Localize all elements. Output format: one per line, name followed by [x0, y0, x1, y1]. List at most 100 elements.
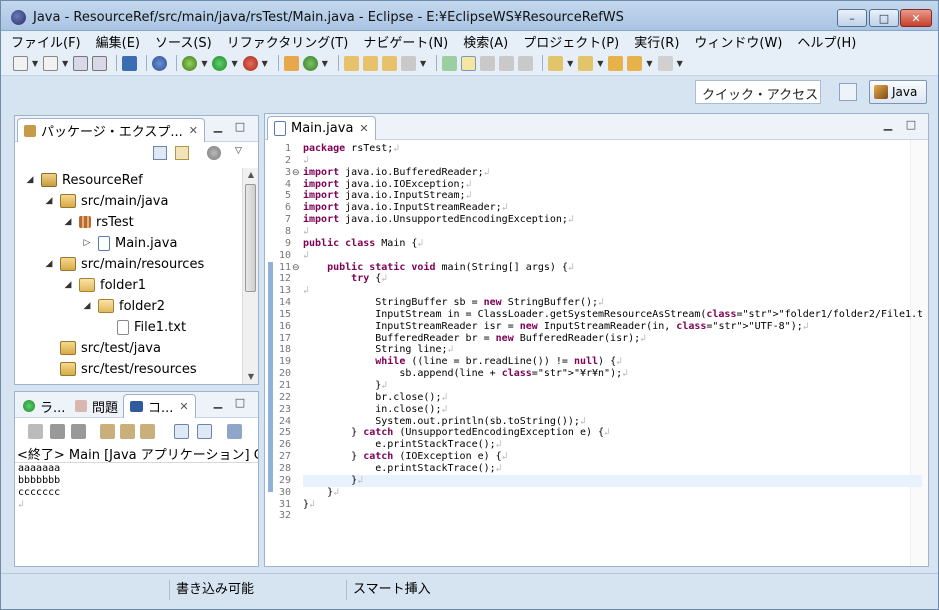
- code-line[interactable]: }↲: [303, 380, 922, 392]
- external-tools-dropdown-icon[interactable]: ▼: [262, 59, 268, 68]
- show-console-on-stderr-icon[interactable]: [197, 424, 212, 439]
- focus-on-task-icon[interactable]: [207, 146, 221, 160]
- code-line[interactable]: e.printStackTrace();↲: [303, 463, 922, 475]
- code-line[interactable]: package rsTest;↲: [303, 143, 922, 155]
- code-line[interactable]: StringBuffer sb = new StringBuffer();↲: [303, 297, 922, 309]
- tree-item-src-test-resources[interactable]: src/test/resources: [44, 359, 197, 379]
- code-line[interactable]: import java.io.BufferedReader;↲: [303, 167, 922, 179]
- tree-item-project[interactable]: ◢ ResourceRef: [25, 170, 143, 190]
- open-type-icon[interactable]: [343, 55, 359, 71]
- tree-item-main-java[interactable]: ▷ Main.java: [82, 233, 177, 253]
- code-line[interactable]: } catch (IOException e) {↲: [303, 451, 922, 463]
- new-project-icon[interactable]: [43, 55, 59, 71]
- menu-window[interactable]: ウィンドウ(W): [694, 32, 782, 51]
- scroll-down-icon[interactable]: ▼: [243, 370, 259, 384]
- show-whitespace-icon[interactable]: [499, 55, 515, 71]
- menu-search[interactable]: 検索(A): [463, 32, 508, 51]
- code-line[interactable]: ↲: [303, 226, 922, 238]
- fold-toggle-icon[interactable]: ⊖: [292, 262, 300, 274]
- show-console-on-stdout-icon[interactable]: [174, 424, 189, 439]
- scroll-lock-icon[interactable]: [120, 424, 135, 439]
- previous-annotation-icon[interactable]: [578, 55, 594, 71]
- block-selection-icon[interactable]: [480, 55, 496, 71]
- code-line[interactable]: in.close();↲: [303, 404, 922, 416]
- expand-twisty-icon[interactable]: ◢: [25, 175, 35, 185]
- remove-all-terminated-icon[interactable]: [71, 424, 86, 439]
- code-line[interactable]: import java.io.InputStreamReader;↲: [303, 202, 922, 214]
- next-annotation-icon[interactable]: [442, 55, 458, 71]
- collapsed-twisty-icon[interactable]: ▷: [82, 238, 92, 248]
- tree-item-src-main-resources[interactable]: ◢ src/main/resources: [44, 254, 205, 274]
- collapse-all-icon[interactable]: [153, 146, 167, 160]
- open-perspective-icon[interactable]: [839, 83, 857, 101]
- scrollbar-thumb[interactable]: [245, 184, 256, 292]
- search-dropdown-icon[interactable]: ▼: [420, 59, 426, 68]
- previous-annotation-dropdown-icon[interactable]: ▼: [597, 59, 603, 68]
- menu-help[interactable]: ヘルプ(H): [797, 32, 856, 51]
- new-class-dropdown-icon[interactable]: ▼: [322, 59, 328, 68]
- minimize-view-icon[interactable]: ▁: [882, 119, 894, 132]
- scroll-up-icon[interactable]: ▲: [243, 168, 259, 182]
- save-all-icon[interactable]: [92, 55, 108, 71]
- code-line[interactable]: e.printStackTrace();↲: [303, 439, 922, 451]
- tab-console[interactable]: コ... ✕: [123, 394, 196, 418]
- close-tab-icon[interactable]: ✕: [179, 400, 188, 413]
- code-line[interactable]: public class Main {↲: [303, 238, 922, 250]
- new-icon[interactable]: [13, 55, 28, 71]
- minimize-view-icon[interactable]: ▁: [212, 121, 224, 134]
- code-line[interactable]: String line;↲: [303, 344, 922, 356]
- close-tab-icon[interactable]: ✕: [359, 122, 368, 135]
- next-annotation-dropdown-icon[interactable]: ▼: [567, 59, 573, 68]
- code-line[interactable]: try {↲: [303, 273, 922, 285]
- code-line[interactable]: ↲: [303, 285, 922, 297]
- code-line[interactable]: ↲: [303, 250, 922, 262]
- expand-twisty-icon[interactable]: ◢: [63, 280, 73, 290]
- link-with-editor-icon[interactable]: [175, 146, 189, 160]
- menu-project[interactable]: プロジェクト(P): [523, 32, 619, 51]
- pilcrow-icon[interactable]: [518, 55, 534, 71]
- code-line[interactable]: br.close();↲: [303, 392, 922, 404]
- expand-twisty-icon[interactable]: ◢: [82, 301, 92, 311]
- maximize-view-icon[interactable]: □: [234, 121, 246, 134]
- code-line[interactable]: }↲: [303, 487, 922, 499]
- save-icon[interactable]: [73, 55, 89, 71]
- fold-toggle-icon[interactable]: ⊖: [292, 167, 300, 179]
- menu-navigate[interactable]: ナビゲート(N): [363, 32, 448, 51]
- tree-item-src-main-java[interactable]: ◢ src/main/java: [44, 191, 169, 211]
- tab-problems[interactable]: 問題: [69, 394, 124, 418]
- code-line[interactable]: }↲: [303, 475, 922, 487]
- clear-console-icon[interactable]: [100, 424, 115, 439]
- tab-main-java[interactable]: Main.java ✕: [267, 116, 376, 140]
- code-line[interactable]: InputStreamReader isr = new InputStreamR…: [303, 321, 922, 333]
- tab-package-explorer[interactable]: パッケージ・エクスプ... ✕: [17, 118, 205, 142]
- expand-twisty-icon[interactable]: ◢: [63, 217, 73, 227]
- menu-edit[interactable]: 編集(E): [96, 32, 140, 51]
- maximize-button[interactable]: □: [869, 9, 899, 27]
- debug-dropdown-icon[interactable]: ▼: [201, 59, 207, 68]
- terminate-icon[interactable]: [28, 424, 43, 439]
- word-wrap-icon[interactable]: [140, 424, 155, 439]
- terminal-icon[interactable]: [122, 55, 138, 71]
- minimize-button[interactable]: –: [837, 9, 867, 27]
- expand-twisty-icon[interactable]: ◢: [44, 259, 54, 269]
- menu-source[interactable]: ソース(S): [155, 32, 212, 51]
- open-folder-icon[interactable]: [381, 55, 397, 71]
- tree-item-folder2[interactable]: ◢ folder2: [82, 296, 165, 316]
- view-menu-icon[interactable]: ▽: [235, 146, 249, 160]
- tree-item-file1-txt[interactable]: File1.txt: [101, 317, 186, 337]
- code-line[interactable]: } catch (UnsupportedEncodingException e)…: [303, 427, 922, 439]
- remove-launch-icon[interactable]: [50, 424, 65, 439]
- open-task-icon[interactable]: [362, 55, 378, 71]
- package-tree-scrollbar[interactable]: ▲ ▼: [242, 168, 258, 384]
- run-dropdown-icon[interactable]: ▼: [231, 59, 237, 68]
- tree-item-folder1[interactable]: ◢ folder1: [63, 275, 146, 295]
- new-project-dropdown-icon[interactable]: ▼: [62, 59, 68, 68]
- tab-run[interactable]: ラ...: [17, 394, 71, 418]
- close-button[interactable]: ✕: [900, 9, 932, 27]
- tree-item-package[interactable]: ◢ rsTest: [63, 212, 134, 232]
- code-line[interactable]: import java.io.UnsupportedEncodingExcept…: [303, 214, 922, 226]
- run-icon[interactable]: [212, 55, 228, 71]
- new-java-project-icon[interactable]: [283, 55, 299, 71]
- pin-console-icon[interactable]: [227, 424, 242, 439]
- maximize-view-icon[interactable]: □: [905, 119, 917, 132]
